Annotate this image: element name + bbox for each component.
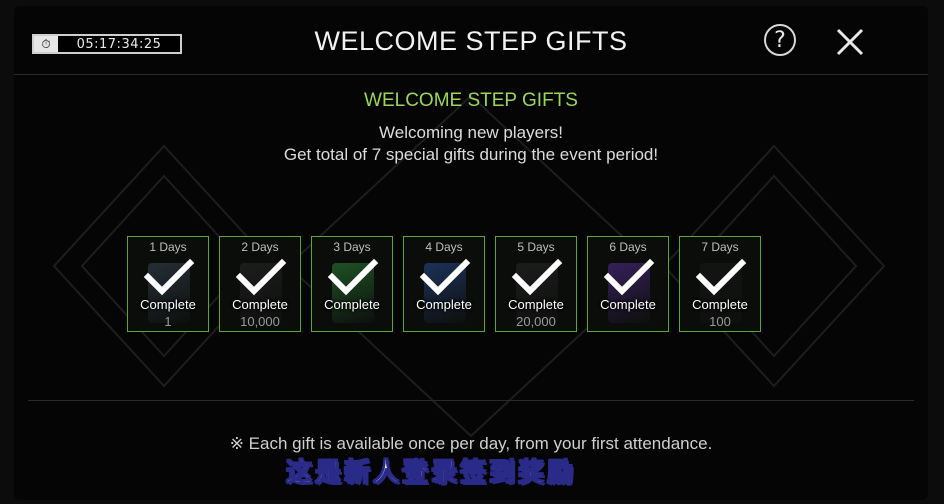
question-icon: ?	[774, 27, 786, 53]
complete-status: Complete	[416, 297, 472, 312]
event-description: Welcoming new players! Get total of 7 sp…	[14, 122, 928, 166]
description-line-2: Get total of 7 special gifts during the …	[283, 145, 659, 164]
checkmark-icon	[143, 258, 195, 296]
checkmark-icon	[235, 258, 287, 296]
day-card-7[interactable]: 7 Days Complete 100	[679, 236, 761, 332]
reward-amount: 1	[164, 314, 172, 329]
checkmark-icon	[695, 258, 747, 296]
complete-status: Complete	[140, 297, 196, 312]
checkmark-icon	[603, 258, 655, 296]
day-label: 4 Days	[425, 240, 463, 254]
day-label: 3 Days	[333, 240, 371, 254]
panel-header: ⏱ 05:17:34:25 WELCOME STEP GIFTS ?	[14, 6, 928, 75]
checkmark-icon	[419, 258, 471, 296]
complete-status: Complete	[692, 297, 748, 312]
checkmark-icon	[511, 258, 563, 296]
reward-amount: 20,000	[516, 314, 556, 329]
gift-panel: ⏱ 05:17:34:25 WELCOME STEP GIFTS ? WELCO…	[14, 6, 928, 500]
help-button[interactable]: ?	[764, 24, 796, 56]
day-label: 1 Days	[149, 240, 187, 254]
day-card-2[interactable]: 2 Days Complete 10,000	[219, 236, 301, 332]
day-card-3[interactable]: 3 Days Complete	[311, 236, 393, 332]
complete-status: Complete	[600, 297, 656, 312]
attendance-note: ※ Each gift is available once per day, f…	[229, 434, 713, 453]
checkmark-icon	[327, 258, 379, 296]
close-icon[interactable]	[832, 24, 868, 60]
complete-status: Complete	[324, 297, 380, 312]
reward-amount: 100	[709, 314, 731, 329]
day-card-1[interactable]: 1 Days Complete 1	[127, 236, 209, 332]
video-caption: 这是新人登录签到奖励	[285, 458, 577, 489]
divider	[28, 400, 914, 401]
description-line-1: Welcoming new players!	[379, 123, 563, 142]
day-label: 7 Days	[701, 240, 739, 254]
day-card-5[interactable]: 5 Days Complete 20,000	[495, 236, 577, 332]
section-subtitle: WELCOME STEP GIFTS	[364, 90, 578, 111]
day-label: 5 Days	[517, 240, 555, 254]
day-card-4[interactable]: 4 Days Complete	[403, 236, 485, 332]
day-card-6[interactable]: 6 Days Complete	[587, 236, 669, 332]
complete-status: Complete	[508, 297, 564, 312]
reward-amount: 10,000	[240, 314, 280, 329]
day-cards-row: 1 Days Complete 1 2 Days Complete 10,000 3 Day…	[127, 236, 761, 336]
complete-status: Complete	[232, 297, 288, 312]
day-label: 2 Days	[241, 240, 279, 254]
day-label: 6 Days	[609, 240, 647, 254]
